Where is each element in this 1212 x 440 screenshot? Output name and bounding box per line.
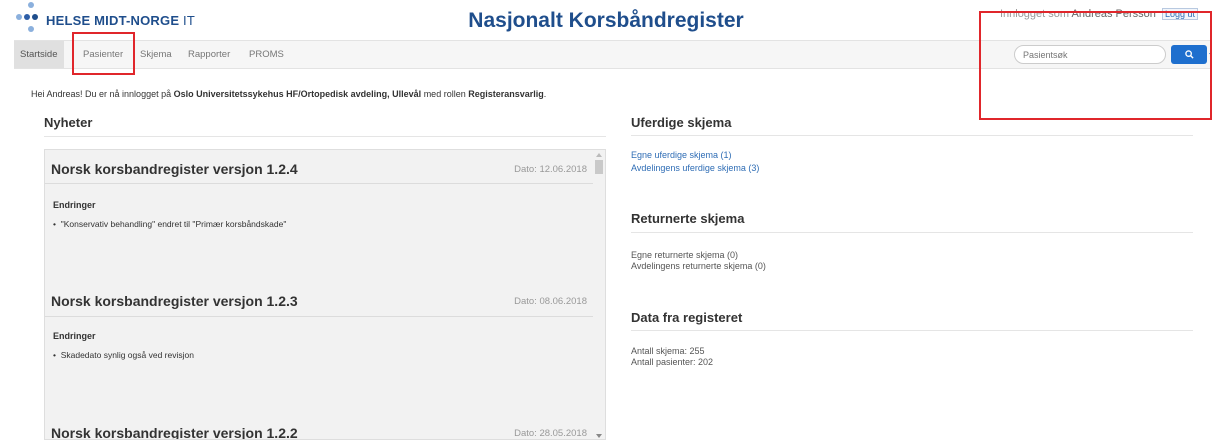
welcome-message: Hei Andreas! Du er nå innlogget på Oslo …	[31, 89, 547, 99]
organization-unit: Oslo Universitetssykehus HF/Ortopedisk a…	[173, 89, 422, 99]
patient-count: Antall pasienter: 202	[631, 357, 714, 367]
news-bullet: • Skadedato synlig også ved revisjon	[53, 350, 194, 360]
department-returned-forms: Avdelingens returnerte skjema (0)	[631, 261, 766, 271]
news-subheading: Endringer	[53, 331, 96, 341]
user-role: Registeransvarlig	[468, 89, 544, 99]
user-name: Andreas Persson	[1071, 8, 1156, 20]
logged-in-label: Innlogget som	[999, 8, 1070, 20]
news-title: Norsk korsbandregister versjon 1.2.3	[51, 293, 298, 309]
user-info: Innlogget som Andreas Persson Logg ut	[1000, 8, 1198, 20]
scroll-down-icon[interactable]	[596, 434, 602, 438]
news-scrollbar[interactable]	[593, 150, 605, 439]
returned-divider	[631, 232, 1193, 233]
unfinished-divider	[631, 135, 1193, 136]
scroll-thumb[interactable]	[595, 160, 603, 174]
own-returned-forms: Egne returnerte skjema (0)	[631, 250, 739, 260]
news-subheading: Endringer	[53, 200, 96, 210]
news-separator	[45, 183, 593, 184]
unfinished-forms-heading: Uferdige skjema	[631, 115, 732, 130]
news-panel: Norsk korsbandregister versjon 1.2.4 Dat…	[44, 149, 606, 440]
news-title: Norsk korsbandregister versjon 1.2.2	[51, 425, 298, 440]
nav-pasienter[interactable]: Pasienter	[77, 41, 129, 68]
nav-proms[interactable]: PROMS	[243, 41, 290, 68]
news-title: Norsk korsbandregister versjon 1.2.4	[51, 161, 298, 177]
nav-skjema[interactable]: Skjema	[134, 41, 178, 68]
nav-startside[interactable]: Startside	[14, 41, 64, 68]
news-separator	[45, 316, 593, 317]
form-count: Antall skjema: 255	[631, 346, 705, 356]
department-unfinished-forms-link[interactable]: Avdelingens uferdige skjema (3)	[631, 163, 759, 173]
returned-forms-heading: Returnerte skjema	[631, 211, 745, 226]
news-bullet: • "Konservativ behandling" endret til "P…	[53, 219, 287, 229]
patient-search-input[interactable]	[1014, 45, 1166, 64]
news-date: Dato: 28.05.2018	[514, 428, 587, 439]
news-date: Dato: 08.06.2018	[514, 296, 587, 307]
news-date: Dato: 12.06.2018	[514, 164, 587, 175]
logout-button[interactable]: Logg ut	[1161, 8, 1198, 20]
search-button[interactable]	[1171, 45, 1207, 64]
main-navbar: Startside Pasienter Skjema Rapporter PRO…	[14, 40, 1212, 69]
own-unfinished-forms-link[interactable]: Egne uferdige skjema (1)	[631, 150, 732, 160]
registry-data-heading: Data fra registeret	[631, 310, 743, 325]
registry-divider	[631, 330, 1193, 331]
nav-rapporter[interactable]: Rapporter	[182, 41, 236, 68]
search-icon	[1184, 50, 1194, 59]
news-divider	[44, 136, 606, 137]
scroll-up-icon[interactable]	[596, 153, 602, 157]
news-heading: Nyheter	[44, 115, 93, 130]
